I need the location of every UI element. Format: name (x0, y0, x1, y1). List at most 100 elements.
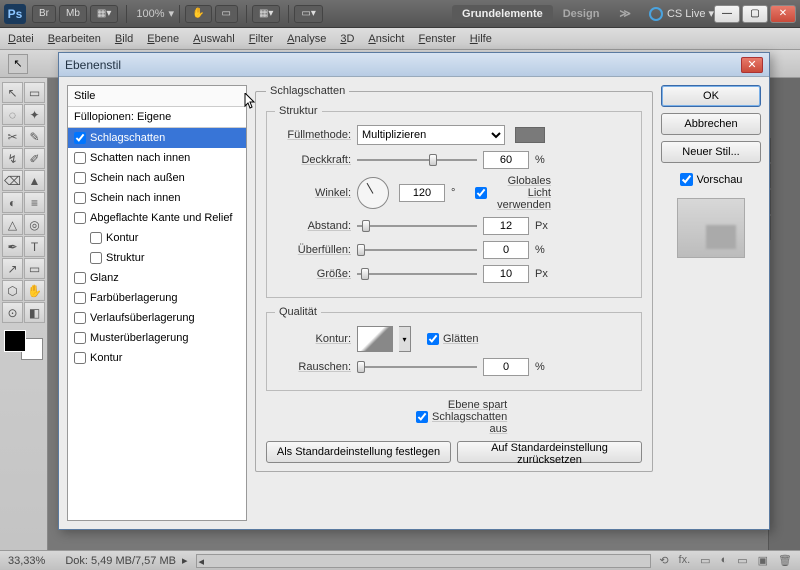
toolbar-btn[interactable]: ▦▾ (90, 5, 118, 23)
blend-options[interactable]: Füllopionen: Eigene (68, 107, 246, 128)
angle-input[interactable] (399, 184, 445, 202)
toolbar-btn[interactable]: ▭▾ (294, 5, 322, 23)
knockout-checkbox[interactable]: Ebene spart Schlagschatten aus (416, 399, 492, 435)
trash-icon[interactable]: 🗑 (778, 554, 792, 567)
angle-dial[interactable] (357, 177, 389, 209)
tool[interactable]: ◧ (24, 302, 45, 323)
style-item[interactable]: Verlaufsüberlagerung (68, 308, 246, 328)
noise-slider[interactable] (357, 359, 477, 375)
menu-item[interactable]: 3D (340, 33, 354, 45)
tool[interactable]: △ (2, 214, 23, 235)
tool[interactable]: ✦ (24, 104, 45, 125)
tool[interactable]: ▲ (24, 170, 45, 191)
dialog-titlebar[interactable]: Ebenenstil ✕ (59, 53, 769, 77)
menu-item[interactable]: Hilfe (470, 33, 492, 45)
menu-item[interactable]: Auswahl (193, 33, 235, 45)
tool[interactable]: T (24, 236, 45, 257)
style-item[interactable]: Kontur (68, 348, 246, 368)
shadow-color-swatch[interactable] (515, 127, 545, 143)
h-scrollbar[interactable]: ◂ (196, 554, 652, 568)
workspace-tab[interactable]: Design (553, 5, 610, 23)
style-item[interactable]: Kontur (68, 228, 246, 248)
menu-item[interactable]: Datei (8, 33, 34, 45)
antialias-checkbox[interactable]: Glätten (427, 333, 503, 345)
blend-mode-select[interactable]: Multiplizieren (357, 125, 505, 145)
distance-slider[interactable] (357, 218, 477, 234)
tool[interactable]: ↖ (2, 82, 23, 103)
minimize-button[interactable]: — (714, 5, 740, 23)
tool[interactable]: ✂ (2, 126, 23, 147)
menu-item[interactable]: Analyse (287, 33, 326, 45)
workspace-more[interactable]: ≫ (609, 4, 641, 23)
make-default-button[interactable]: Als Standardeinstellung festlegen (266, 441, 451, 463)
global-light-checkbox[interactable]: Globales Licht verwenden (475, 175, 551, 211)
spread-slider[interactable] (357, 242, 477, 258)
menu-item[interactable]: Bild (115, 33, 133, 45)
folder-icon[interactable]: ▭ (737, 554, 747, 567)
preview-checkbox[interactable]: Vorschau (661, 173, 761, 186)
tool[interactable]: ◎ (24, 214, 45, 235)
tool[interactable]: ⊙ (2, 302, 23, 323)
menu-item[interactable]: Bearbeiten (48, 33, 101, 45)
ok-button[interactable]: OK (661, 85, 761, 107)
opacity-slider[interactable] (357, 152, 477, 168)
opacity-input[interactable] (483, 151, 529, 169)
style-item[interactable]: Musterüberlagerung (68, 328, 246, 348)
toolbar-btn[interactable]: Mb (59, 5, 87, 23)
close-button[interactable]: ✕ (770, 5, 796, 23)
new-icon[interactable]: ▣ (758, 554, 768, 567)
menu-item[interactable]: Ansicht (368, 33, 404, 45)
style-item[interactable]: Schatten nach innen (68, 148, 246, 168)
tool[interactable]: ▭ (24, 82, 45, 103)
contour-dropdown[interactable]: ▾ (399, 326, 411, 352)
noise-input[interactable] (483, 358, 529, 376)
color-swatches[interactable] (4, 330, 43, 360)
spread-input[interactable] (483, 241, 529, 259)
style-item[interactable]: Abgeflachte Kante und Relief (68, 208, 246, 228)
link-icon[interactable]: ⟲ (659, 554, 668, 567)
tool[interactable]: ✐ (24, 148, 45, 169)
style-item[interactable]: Struktur (68, 248, 246, 268)
tool[interactable]: ✋ (24, 280, 45, 301)
tool[interactable]: ◐ (2, 192, 23, 213)
toolbar-btn[interactable]: ✋ (185, 5, 211, 23)
dialog-close-button[interactable]: ✕ (741, 57, 763, 73)
tool[interactable]: ✒ (2, 236, 23, 257)
tool[interactable]: ≡ (24, 192, 45, 213)
tool[interactable]: ◌ (2, 104, 23, 125)
reset-default-button[interactable]: Auf Standardeinstellung zurücksetzen (457, 441, 642, 463)
tool[interactable]: ⬡ (2, 280, 23, 301)
toolbar-btn[interactable]: ▭ (215, 5, 238, 23)
style-item[interactable]: Schlagschatten (68, 128, 246, 148)
style-item[interactable]: Schein nach außen (68, 168, 246, 188)
menu-item[interactable]: Filter (249, 33, 273, 45)
distance-input[interactable] (483, 217, 529, 235)
mask-icon[interactable]: ▭ (700, 554, 710, 567)
tool[interactable]: ▭ (24, 258, 45, 279)
size-input[interactable] (483, 265, 529, 283)
tool[interactable]: ⌫ (2, 170, 23, 191)
contour-preview[interactable] (357, 326, 393, 352)
fx-icon[interactable]: fx. (679, 554, 691, 567)
cancel-button[interactable]: Abbrechen (661, 113, 761, 135)
tool[interactable]: ✎ (24, 126, 45, 147)
workspace-tab[interactable]: Grundelemente (452, 5, 553, 23)
new-style-button[interactable]: Neuer Stil... (661, 141, 761, 163)
maximize-button[interactable]: ▢ (742, 5, 768, 23)
status-zoom[interactable]: 33,33% (8, 555, 45, 567)
tool[interactable]: ↯ (2, 148, 23, 169)
style-item[interactable]: Glanz (68, 268, 246, 288)
size-slider[interactable] (357, 266, 477, 282)
move-tool-icon[interactable]: ↖ (8, 54, 28, 74)
toolbar-btn[interactable]: Br (32, 5, 56, 23)
menu-item[interactable]: Fenster (418, 33, 455, 45)
menu-item[interactable]: Ebene (147, 33, 179, 45)
cslive-button[interactable]: CS Live▾ (649, 7, 714, 21)
styles-header[interactable]: Stile (68, 86, 246, 107)
style-item[interactable]: Farbüberlagerung (68, 288, 246, 308)
adjust-icon[interactable]: ◐ (721, 554, 728, 567)
zoom-value[interactable]: 100% (136, 8, 164, 20)
style-item[interactable]: Schein nach innen (68, 188, 246, 208)
tool[interactable]: ↗ (2, 258, 23, 279)
toolbar-btn[interactable]: ▦▾ (252, 5, 280, 23)
